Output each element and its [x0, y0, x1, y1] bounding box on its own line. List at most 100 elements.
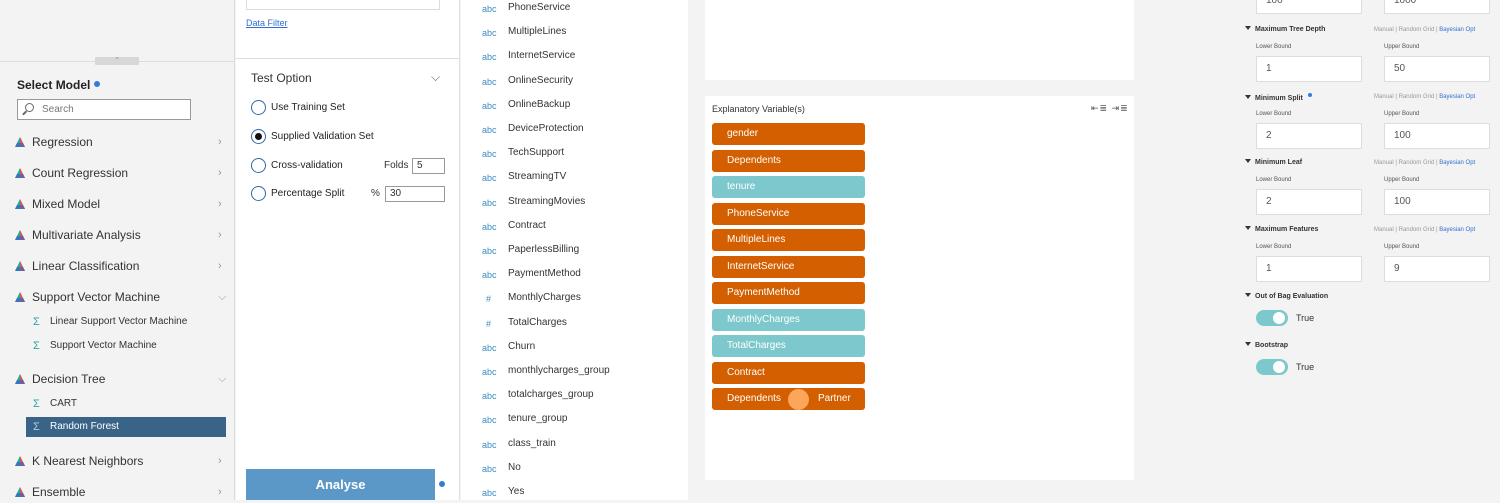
explanatory-pill[interactable]: InternetService [712, 255, 865, 278]
align-icons[interactable]: ⇤≣ ⇥≣ [1091, 103, 1129, 114]
variable-item[interactable]: abc OnlineSecurity [461, 71, 688, 91]
variable-item[interactable]: abc PhoneService [461, 0, 688, 18]
explanatory-pill[interactable]: MonthlyCharges [712, 308, 865, 331]
lower-bound-input[interactable]: 1 [1256, 56, 1362, 82]
explanatory-pill[interactable]: TotalCharges [712, 335, 865, 357]
top-lower-value[interactable]: 100 [1256, 0, 1362, 14]
explanatory-pill[interactable]: Contract [712, 361, 865, 384]
variable-item[interactable]: abc MultipleLines [461, 22, 688, 42]
option-label: Percentage Split [271, 188, 345, 199]
percent-label: % [371, 188, 380, 199]
explanatory-pill[interactable]: PhoneService [712, 202, 865, 225]
text-type-icon: abc [482, 173, 497, 184]
dragging-pill[interactable]: Dependents Partner [712, 388, 865, 410]
upper-bound-input[interactable]: 50 [1384, 56, 1490, 82]
variable-item[interactable]: abc totalcharges_group [461, 385, 688, 405]
upper-bound-input[interactable]: 9 [1384, 256, 1490, 282]
lower-bound-input[interactable]: 2 [1256, 123, 1362, 149]
oob-title[interactable]: Out of Bag Evaluation [1245, 293, 1328, 300]
data-filter-link[interactable]: Data Filter [246, 18, 288, 28]
test-option-panel: Data Filter Test Option ⌵ Use Training S… [236, 0, 460, 500]
top-upper-value[interactable]: 1000 [1384, 0, 1490, 14]
bootstrap-toggle[interactable] [1256, 359, 1288, 375]
sigma-icon: Σ [33, 398, 40, 410]
lower-bound-input[interactable]: 2 [1256, 189, 1362, 215]
variable-item[interactable]: abc class_train [461, 434, 688, 454]
response-variable-panel[interactable] [705, 0, 1134, 80]
explanatory-pill[interactable]: Dependents [712, 149, 865, 172]
category-label: Regression [32, 135, 93, 149]
sigma-icon: Σ [33, 316, 40, 328]
category-label: Mixed Model [32, 197, 101, 211]
category-count-regression[interactable]: Count Regression › [0, 162, 235, 184]
collapse-grip-icon[interactable]: ⌃ [95, 57, 139, 65]
drag-handle-icon[interactable] [788, 389, 809, 410]
explanatory-pill[interactable]: MultipleLines [712, 229, 865, 251]
variable-item[interactable]: abc InternetService [461, 46, 688, 66]
text-type-icon: abc [482, 463, 497, 474]
folds-label: Folds [384, 160, 409, 171]
category-multivariate-analysis[interactable]: Multivariate Analysis › [0, 224, 235, 246]
variable-item[interactable]: abc No [461, 458, 688, 478]
variable-item[interactable]: abc PaperlessBilling [461, 240, 688, 260]
chevron-down-icon[interactable]: ⌵ [431, 70, 440, 85]
variable-item[interactable]: abc Yes [461, 482, 688, 502]
variable-item[interactable]: abc TechSupport [461, 143, 688, 163]
parameter-panel: 100 1000 Maximum Tree Depth Manual | Random… [1150, 0, 1500, 500]
percent-input[interactable]: 30 [385, 186, 445, 202]
radio-percentage-split[interactable] [251, 186, 266, 201]
bootstrap-value: True [1296, 362, 1315, 372]
analyse-button[interactable]: Analyse [246, 469, 435, 500]
triangle-icon [15, 456, 25, 466]
oob-toggle[interactable] [1256, 310, 1288, 326]
variable-item[interactable]: abc DeviceProtection [461, 119, 688, 139]
model-item-random-forest[interactable]: Σ Random Forest [26, 417, 226, 437]
variable-item[interactable]: abc PaymentMethod [461, 264, 688, 284]
variable-item[interactable]: abc monthlycharges_group [461, 361, 688, 381]
upper-bound-input[interactable]: 100 [1384, 123, 1490, 149]
category-support-vector-machine[interactable]: Support Vector Machine ⌵ [0, 286, 235, 308]
radio-use-training-set[interactable] [251, 100, 266, 115]
param-title[interactable]: Maximum Tree Depth [1245, 26, 1325, 33]
bootstrap-title[interactable]: Bootstrap [1245, 342, 1288, 349]
category-regression[interactable]: Regression › [0, 131, 235, 153]
explanatory-pill[interactable]: tenure [712, 176, 865, 198]
category-decision-tree[interactable]: Decision Tree ⌵ [0, 368, 235, 390]
radio-cross-validation[interactable] [251, 158, 266, 173]
model-item-support-vector-machine[interactable]: Σ Support Vector Machine [26, 336, 226, 356]
category-mixed-model[interactable]: Mixed Model › [0, 193, 235, 215]
text-type-icon: abc [482, 367, 497, 377]
variable-item[interactable]: abc StreamingMovies [461, 192, 688, 212]
variable-item[interactable]: abc Churn [461, 337, 688, 357]
explanatory-pill[interactable]: PaymentMethod [712, 282, 865, 304]
variable-item[interactable]: abc Contract [461, 216, 688, 236]
variable-item[interactable]: abc StreamingTV [461, 167, 688, 187]
upper-bound-input[interactable]: 100 [1384, 189, 1490, 215]
search-method-options[interactable]: Manual | Random Grid | Bayesian Opt [1374, 160, 1475, 166]
category-linear-classification[interactable]: Linear Classification › [0, 255, 235, 277]
search-method-options[interactable]: Manual | Random Grid | Bayesian Opt [1374, 94, 1475, 100]
model-search-input[interactable]: Search [17, 99, 191, 120]
variable-item[interactable]: # TotalCharges [461, 313, 688, 333]
variable-item[interactable]: abc tenure_group [461, 409, 688, 429]
param-title[interactable]: Minimum Split [1245, 93, 1312, 102]
category-k-nearest-neighbors[interactable]: K Nearest Neighbors › [0, 450, 235, 472]
folds-input[interactable]: 5 [412, 158, 445, 174]
model-item-cart[interactable]: Σ CART [26, 394, 226, 414]
search-method-options[interactable]: Manual | Random Grid | Bayesian Opt [1374, 27, 1475, 33]
text-type-icon: abc [482, 197, 497, 208]
param-title[interactable]: Maximum Features [1245, 226, 1318, 233]
model-item-linear-support-vector-machine[interactable]: Σ Linear Support Vector Machine [26, 312, 226, 332]
triangle-icon [15, 374, 25, 384]
explanatory-variable-panel[interactable]: Explanatory Variable(s) ⇤≣ ⇥≣ gender Depe… [705, 96, 1134, 480]
variable-item[interactable]: abc OnlineBackup [461, 95, 688, 115]
param-title[interactable]: Minimum Leaf [1245, 159, 1302, 166]
lower-bound-input[interactable]: 1 [1256, 256, 1362, 282]
search-method-options[interactable]: Manual | Random Grid | Bayesian Opt [1374, 227, 1475, 233]
radio-supplied-validation-set[interactable] [251, 129, 266, 144]
explanatory-title: Explanatory Variable(s) [712, 104, 805, 114]
variable-item[interactable]: # MonthlyCharges [461, 288, 688, 308]
explanatory-pill[interactable]: gender [712, 123, 865, 145]
text-type-icon: abc [482, 52, 497, 63]
search-icon [25, 103, 34, 112]
